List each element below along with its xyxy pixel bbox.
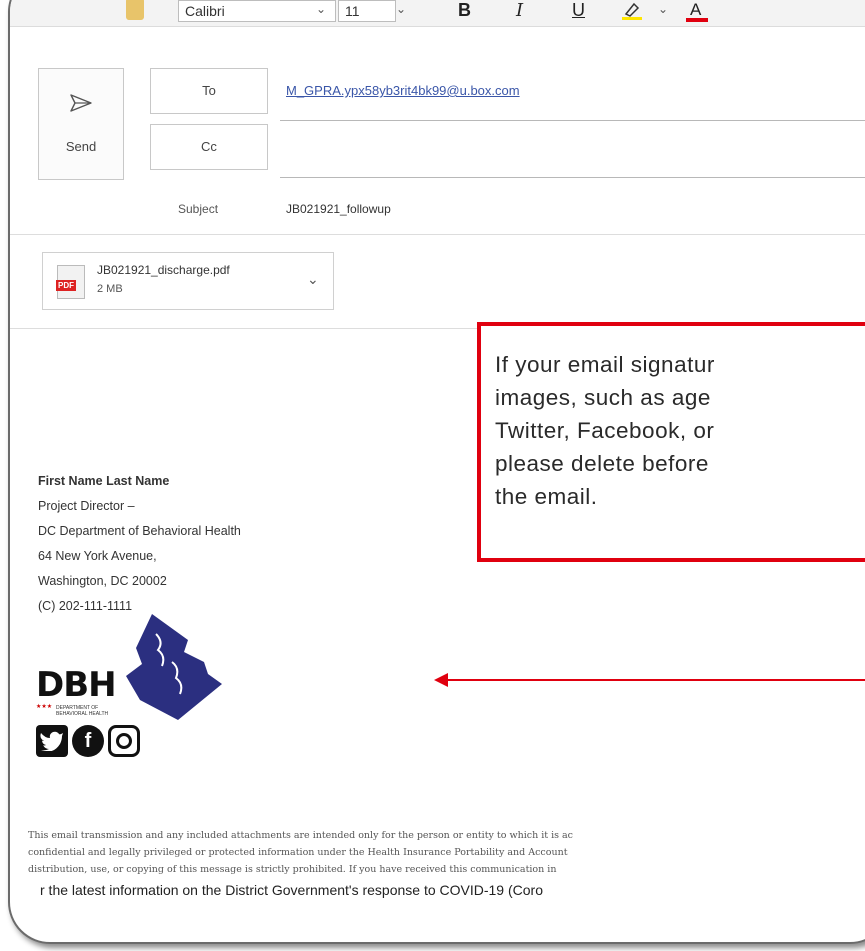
cc-button[interactable]: Cc [150, 124, 268, 170]
send-button[interactable]: Send [38, 68, 124, 180]
dbh-logo-text: DBH [36, 665, 117, 705]
covid-notice: r the latest information on the District… [40, 882, 543, 898]
subject-divider [10, 234, 865, 235]
attachment-size: 2 MB [97, 283, 123, 295]
subject-input[interactable]: JB021921_followup [286, 202, 391, 216]
to-recipient[interactable]: M_GPRA.ypx58yb3rit4bk99@u.box.com [286, 83, 520, 98]
signature-title: Project Director – [38, 499, 135, 513]
attachment-filename: JB021921_discharge.pdf [97, 263, 230, 277]
font-color-bar [686, 18, 708, 22]
dbh-logo-subtext: DEPARTMENT OF BEHAVIORAL HEALTH [56, 705, 109, 717]
paste-icon[interactable] [126, 0, 144, 20]
twitter-icon[interactable] [36, 725, 68, 757]
chevron-down-icon[interactable]: ⌄ [396, 2, 406, 16]
disclaimer-line: This email transmission and any included… [28, 830, 574, 841]
pdf-tag: PDF [56, 280, 76, 291]
facebook-icon[interactable]: f [72, 725, 104, 757]
chevron-down-icon[interactable]: ⌄ [658, 2, 668, 16]
italic-button[interactable]: I [516, 0, 523, 21]
callout-line: the email. [495, 484, 598, 509]
send-label: Send [65, 139, 97, 154]
highlight-icon[interactable] [622, 0, 642, 20]
callout-line: If your email signatur [495, 352, 715, 377]
annotation-arrow-line [445, 679, 865, 681]
formatting-ribbon: Calibri ⌄ 11 ⌄ B I U ⌄ A [10, 0, 865, 27]
annotation-arrow-head [434, 673, 448, 687]
chevron-down-icon[interactable]: ⌄ [316, 2, 326, 16]
to-button[interactable]: To [150, 68, 268, 114]
cc-field-underline [280, 177, 865, 178]
attachment-card[interactable]: PDF JB021921_discharge.pdf 2 MB ⌄ [42, 252, 334, 310]
chevron-down-icon[interactable]: ⌄ [307, 271, 319, 288]
annotation-callout: If your email signatur images, such as a… [477, 322, 865, 562]
email-compose-window: Calibri ⌄ 11 ⌄ B I U ⌄ A Send To M_GPRA.… [8, 0, 865, 944]
font-size-select[interactable]: 11 [338, 0, 396, 22]
bold-button[interactable]: B [458, 0, 471, 21]
disclaimer-line: confidential and legally privileged or p… [28, 847, 568, 858]
callout-line: images, such as age [495, 385, 711, 410]
email-signature: First Name Last Name Project Director – … [38, 469, 241, 619]
legal-disclaimer: This email transmission and any included… [28, 827, 865, 878]
to-field-underline [280, 120, 865, 121]
instagram-icon[interactable] [108, 725, 140, 757]
disclaimer-line: distribution, use, or copying of this me… [28, 864, 557, 875]
font-color-label: A [690, 0, 702, 19]
cc-field[interactable] [286, 134, 850, 158]
subject-label: Subject [178, 202, 219, 216]
callout-line: Twitter, Facebook, or [495, 418, 715, 443]
signature-org: DC Department of Behavioral Health [38, 524, 241, 538]
pdf-file-icon: PDF [56, 265, 85, 299]
dc-flag-stars: ★★★ [36, 704, 53, 710]
underline-button[interactable]: U [572, 0, 585, 21]
callout-text: If your email signatur images, such as a… [495, 348, 865, 513]
callout-line: please delete before [495, 451, 709, 476]
font-color-button[interactable]: A [690, 0, 701, 20]
signature-name: First Name Last Name [38, 474, 170, 488]
send-icon [69, 91, 93, 120]
dc-map-logo-icon [126, 614, 222, 720]
signature-address-1: 64 New York Avenue, [38, 549, 157, 563]
signature-address-2: Washington, DC 20002 [38, 574, 167, 588]
font-name-select[interactable]: Calibri [178, 0, 336, 22]
social-icons: f [36, 725, 140, 757]
instagram-lens [116, 733, 132, 749]
